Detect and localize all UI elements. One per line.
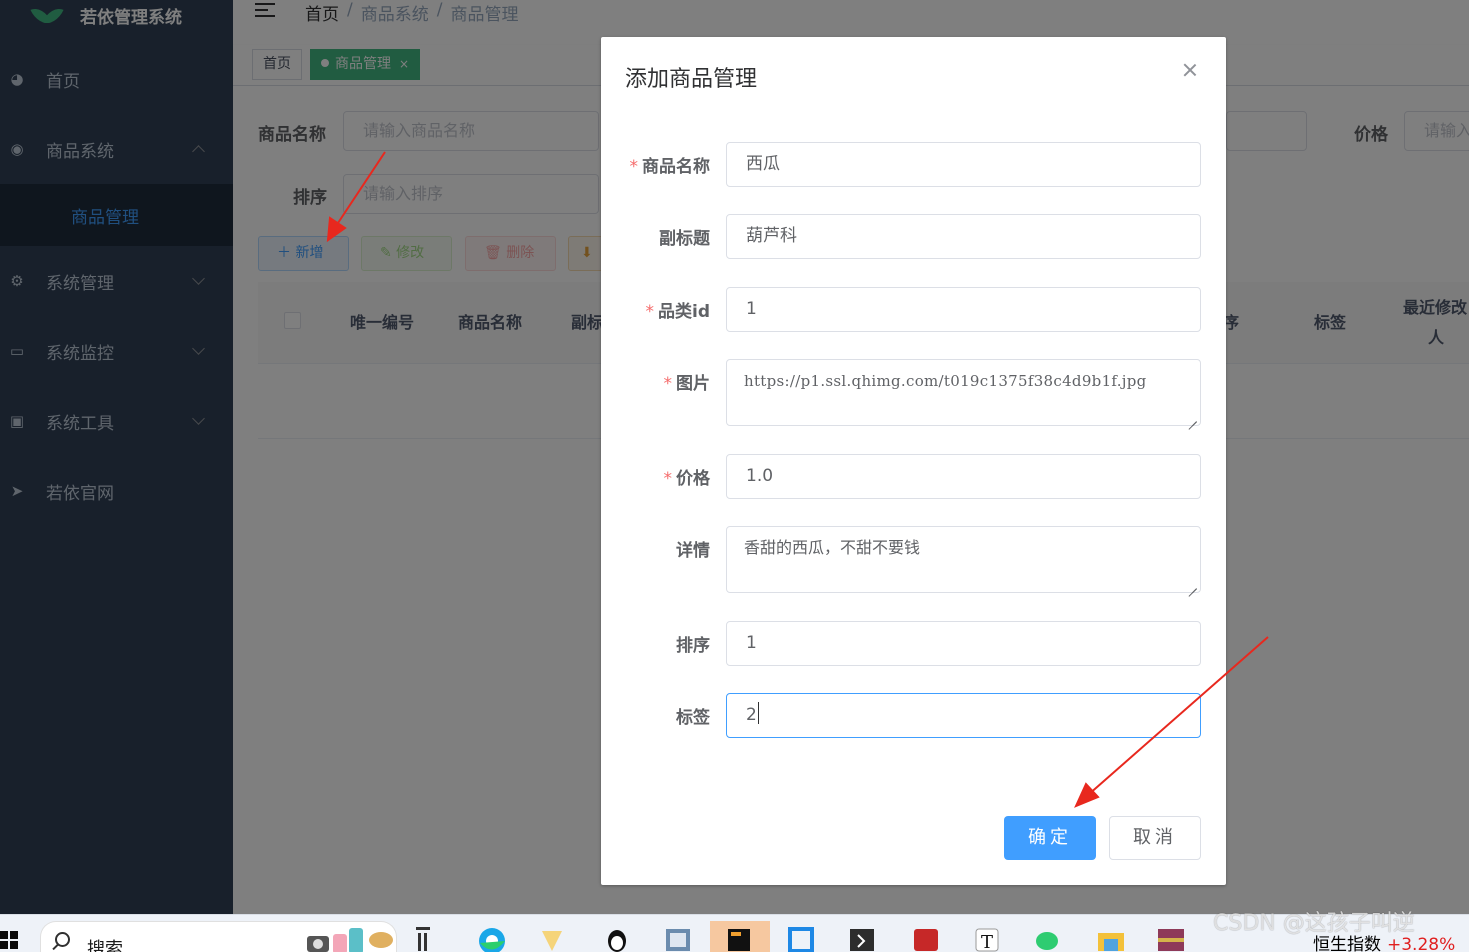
field-label-text: 品类id bbox=[658, 302, 710, 322]
add-goods-dialog: 添加商品管理 * 商品名称 西瓜 副标题 葫芦科 * 品类id 1 * 图片 http… bbox=[601, 37, 1226, 885]
taskbar-apps: T bbox=[416, 921, 1184, 952]
field-label-category: * 品类id bbox=[646, 297, 711, 322]
field-label-text: 价格 bbox=[676, 469, 710, 489]
ticker-name: 恒生指数 bbox=[1313, 935, 1381, 952]
search-highlight-icon bbox=[307, 928, 393, 952]
goods-name-input[interactable]: 西瓜 bbox=[726, 142, 1201, 187]
required-mark: * bbox=[629, 157, 639, 177]
windows-start-icon[interactable] bbox=[0, 931, 18, 949]
resize-handle-icon[interactable] bbox=[1189, 581, 1197, 589]
required-mark: * bbox=[645, 302, 655, 322]
dialog-title: 添加商品管理 bbox=[625, 67, 758, 92]
tag-input[interactable]: 2 bbox=[726, 693, 1201, 738]
cancel-button[interactable]: 取消 bbox=[1109, 816, 1201, 860]
required-mark: * bbox=[663, 374, 673, 394]
ticker-change: +3.28% bbox=[1387, 935, 1456, 952]
taskbar-search[interactable]: 搜索 bbox=[40, 921, 397, 952]
detail-textarea[interactable]: 香甜的西瓜，不甜不要钱 bbox=[726, 526, 1201, 593]
field-label-image: * 图片 bbox=[664, 369, 711, 394]
category-id-input[interactable]: 1 bbox=[726, 287, 1201, 332]
field-label-sort: 排序 bbox=[676, 636, 710, 656]
tag-input-value: 2 bbox=[746, 705, 757, 725]
image-url-text: https://p1.ssl.qhimg.com/t019c1375f38c4d… bbox=[744, 372, 1147, 390]
field-label-text: 图片 bbox=[676, 374, 710, 394]
subtitle-input[interactable]: 葫芦科 bbox=[726, 214, 1201, 259]
sort-input[interactable]: 1 bbox=[726, 621, 1201, 666]
required-mark: * bbox=[663, 469, 673, 489]
field-label-text: 商品名称 bbox=[642, 157, 710, 177]
taskbar-search-text: 搜索 bbox=[87, 939, 123, 952]
price-input[interactable]: 1.0 bbox=[726, 454, 1201, 499]
close-icon[interactable] bbox=[1181, 61, 1199, 79]
field-label-subtitle: 副标题 bbox=[659, 229, 710, 249]
text-caret bbox=[757, 702, 759, 724]
detail-text: 香甜的西瓜，不甜不要钱 bbox=[744, 538, 921, 557]
watermark: CSDN @这孩子叫逆 bbox=[1213, 911, 1415, 936]
resize-handle-icon[interactable] bbox=[1189, 414, 1197, 422]
svg-text:T: T bbox=[981, 932, 993, 952]
search-icon bbox=[55, 932, 70, 947]
field-label-name: * 商品名称 bbox=[630, 152, 711, 177]
image-url-textarea[interactable]: https://p1.ssl.qhimg.com/t019c1375f38c4d… bbox=[726, 359, 1201, 426]
field-label-price: * 价格 bbox=[664, 464, 711, 489]
field-label-detail: 详情 bbox=[676, 541, 710, 561]
field-label-tag: 标签 bbox=[676, 708, 710, 728]
confirm-button[interactable]: 确定 bbox=[1004, 816, 1096, 860]
